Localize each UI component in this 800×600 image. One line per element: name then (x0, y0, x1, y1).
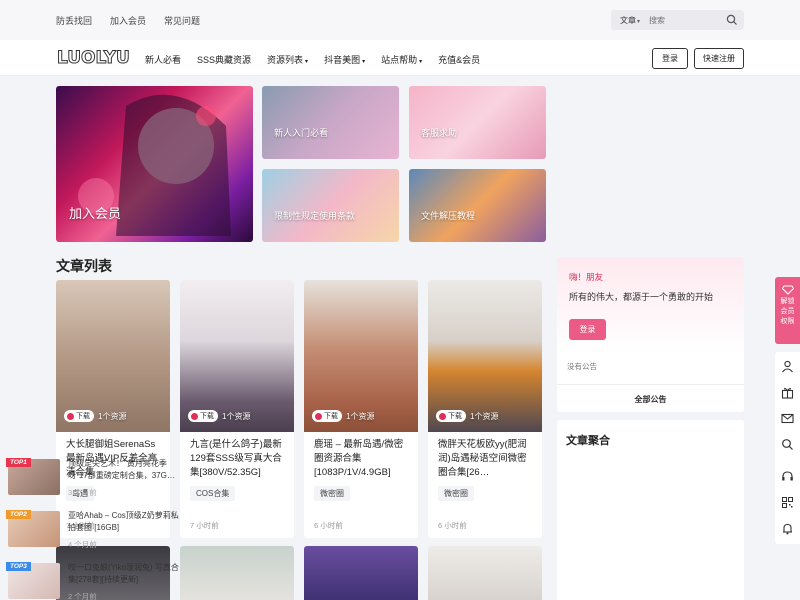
card-category[interactable]: 微密圈 (438, 486, 474, 501)
chevron-down-icon: ▾ (362, 59, 366, 65)
search-icon[interactable] (781, 438, 794, 451)
aggregation-item-time: 3 个月前 (68, 488, 97, 497)
aggregation-item-time: 2 个月前 (68, 592, 97, 600)
mail-icon[interactable] (781, 412, 794, 425)
article-card[interactable]: 下载 1个资源 微胖天花板欧yy(肥润润)岛遇秘语空间微密圈合集[26… 微密圈 … (428, 280, 542, 538)
aggregation-item[interactable]: TOP2 亚哈Ahab – Cos顶级Z奶萝莉私拍套图 [16GB] 4 个月前 (6, 510, 183, 555)
nav-item-resources[interactable]: 资源列表 ▾ (267, 53, 308, 66)
download-dot-icon (191, 412, 198, 420)
banner-terms[interactable]: 限制性规定使用条款 (262, 169, 399, 242)
user-icon[interactable] (781, 360, 794, 373)
nav-item-help[interactable]: 站点帮助 ▾ (381, 53, 422, 66)
card-category[interactable]: COS合集 (190, 486, 236, 501)
banner-newbie[interactable]: 新人入门必看 (262, 86, 399, 159)
card-time: 6 小时前 (438, 521, 467, 530)
aggregation-item-title[interactable]: 亚哈Ahab – Cos顶级Z奶萝莉私拍套图 [16GB] (68, 510, 180, 534)
aggregation-title: 文章聚合 (566, 435, 610, 447)
headset-icon[interactable] (781, 470, 794, 483)
article-card[interactable]: 下载 1个资源 九言(是什么鸽子)最新129套SSS级写真大合集[380V/52.… (180, 280, 294, 538)
banner-caption: 限制性规定使用条款 (274, 211, 356, 221)
aggregation-item-title[interactable]: 顶级足尖艺术！"黄月亮花季呀"17部重磅定制合集，37G… (68, 458, 180, 482)
card-title[interactable]: 九言(是什么鸽子)最新129套SSS级写真大合集[380V/52.35G] (190, 438, 288, 480)
rank-badge: TOP2 (6, 510, 31, 519)
card-time: 7 小时前 (190, 521, 219, 530)
notice-text: 没有公告 (567, 362, 597, 371)
main-nav: LUOLYU 新人必看 SSS典藏资源 资源列表 ▾ 抖音美图 ▾ 站点帮助 ▾ 充值… (0, 40, 800, 76)
card-thumbnail[interactable] (428, 546, 542, 600)
rank-badge: TOP1 (6, 458, 31, 467)
banner-support[interactable]: 客服求助 (409, 86, 546, 159)
search-box: 文章▾ (611, 10, 744, 30)
resource-count: 1个资源 (222, 411, 251, 421)
article-aggregation: 文章聚合 (557, 420, 744, 600)
download-dot-icon (67, 412, 74, 420)
login-button[interactable]: 登录 (652, 48, 688, 69)
aggregation-item-title[interactable]: 咬一口兔娘(Yiko湿润兔) 写真合集[278套][持续更新] (68, 562, 180, 586)
card-thumbnail[interactable] (304, 546, 418, 600)
nav-item-douyin[interactable]: 抖音美图 ▾ (324, 53, 365, 66)
search-input[interactable] (649, 12, 719, 28)
bell-icon[interactable] (781, 522, 794, 535)
card-category[interactable]: 微密圈 (314, 486, 350, 501)
top-links: 防丢找回 加入会员 常见问题 (56, 14, 200, 27)
nav-item-recharge[interactable]: 充值&会员 (438, 53, 480, 66)
card-thumbnail[interactable] (180, 546, 294, 600)
vip-float-label: 解锁会员权限 (780, 298, 795, 325)
resource-count: 1个资源 (470, 411, 499, 421)
banner-join-vip[interactable]: 加入会员 (56, 86, 253, 242)
nav-item-newbie[interactable]: 新人必看 (145, 53, 181, 66)
site-logo[interactable]: LUOLYU (57, 48, 131, 69)
aggregation-item[interactable]: TOP3 咬一口兔娘(Yiko湿润兔) 写真合集[278套][持续更新] 2 个… (6, 562, 183, 600)
qrcode-icon[interactable] (781, 496, 794, 509)
top-link-faq[interactable]: 常见问题 (164, 14, 200, 27)
banner-caption: 新人入门必看 (274, 128, 329, 138)
download-dot-icon (315, 412, 322, 420)
welcome-message: 所有的伟大，都源于一个勇敢的开始 (569, 292, 714, 302)
search-type-select[interactable]: 文章▾ (620, 15, 640, 26)
chevron-down-icon: ▾ (305, 59, 309, 65)
banner-caption: 客服求助 (421, 128, 458, 138)
resource-count: 1个资源 (346, 411, 375, 421)
search-icon[interactable] (726, 14, 738, 26)
download-tag: 下载 (188, 410, 218, 422)
top-bar: 防丢找回 加入会员 常见问题 文章▾ (0, 0, 800, 40)
welcome-login-button[interactable]: 登录 (569, 319, 606, 340)
section-title: 文章列表 (56, 258, 112, 274)
diamond-icon (781, 285, 794, 295)
chevron-down-icon: ▾ (637, 19, 641, 25)
resource-count: 1个资源 (98, 411, 127, 421)
download-tag: 下载 (436, 410, 466, 422)
banner-caption: 加入会员 (69, 206, 122, 221)
banner-unzip-guide[interactable]: 文件解压教程 (409, 169, 546, 242)
chevron-down-icon: ▾ (419, 59, 423, 65)
download-tag: 下载 (312, 410, 342, 422)
article-card[interactable]: 下载 1个资源 鹿瑶 – 最新岛遇/微密圈资源合集[1083P/1V/4.9GB]… (304, 280, 418, 538)
all-notices-link[interactable]: 全部公告 (557, 394, 744, 405)
aggregation-item[interactable]: TOP1 顶级足尖艺术！"黄月亮花季呀"17部重磅定制合集，37G… 3 个月前 (6, 458, 183, 503)
welcome-greeting: 嗨！朋友 (569, 272, 604, 282)
top-link-recover[interactable]: 防丢找回 (56, 14, 92, 27)
top-link-join[interactable]: 加入会员 (110, 14, 146, 27)
download-tag: 下载 (64, 410, 94, 422)
download-dot-icon (439, 412, 446, 420)
welcome-widget: 嗨！朋友 所有的伟大，都源于一个勇敢的开始 登录 没有公告 全部公告 (557, 257, 744, 412)
divider (557, 384, 744, 385)
card-time: 6 小时前 (314, 521, 343, 530)
register-button[interactable]: 快速注册 (694, 48, 744, 69)
float-toolbar (775, 352, 800, 544)
gift-icon[interactable] (781, 386, 794, 399)
rank-badge: TOP3 (6, 562, 31, 571)
vip-float-button[interactable]: 解锁会员权限 (775, 277, 800, 344)
aggregation-item-time: 4 个月前 (68, 540, 97, 549)
nav-item-sss[interactable]: SSS典藏资源 (197, 53, 251, 66)
card-title[interactable]: 微胖天花板欧yy(肥润润)岛遇秘语空间微密圈合集[26… (438, 438, 536, 480)
nav-menu: 新人必看 SSS典藏资源 资源列表 ▾ 抖音美图 ▾ 站点帮助 ▾ 充值&会员 (145, 53, 480, 66)
card-title[interactable]: 鹿瑶 – 最新岛遇/微密圈资源合集[1083P/1V/4.9GB] (314, 438, 412, 480)
banner-caption: 文件解压教程 (421, 211, 476, 221)
